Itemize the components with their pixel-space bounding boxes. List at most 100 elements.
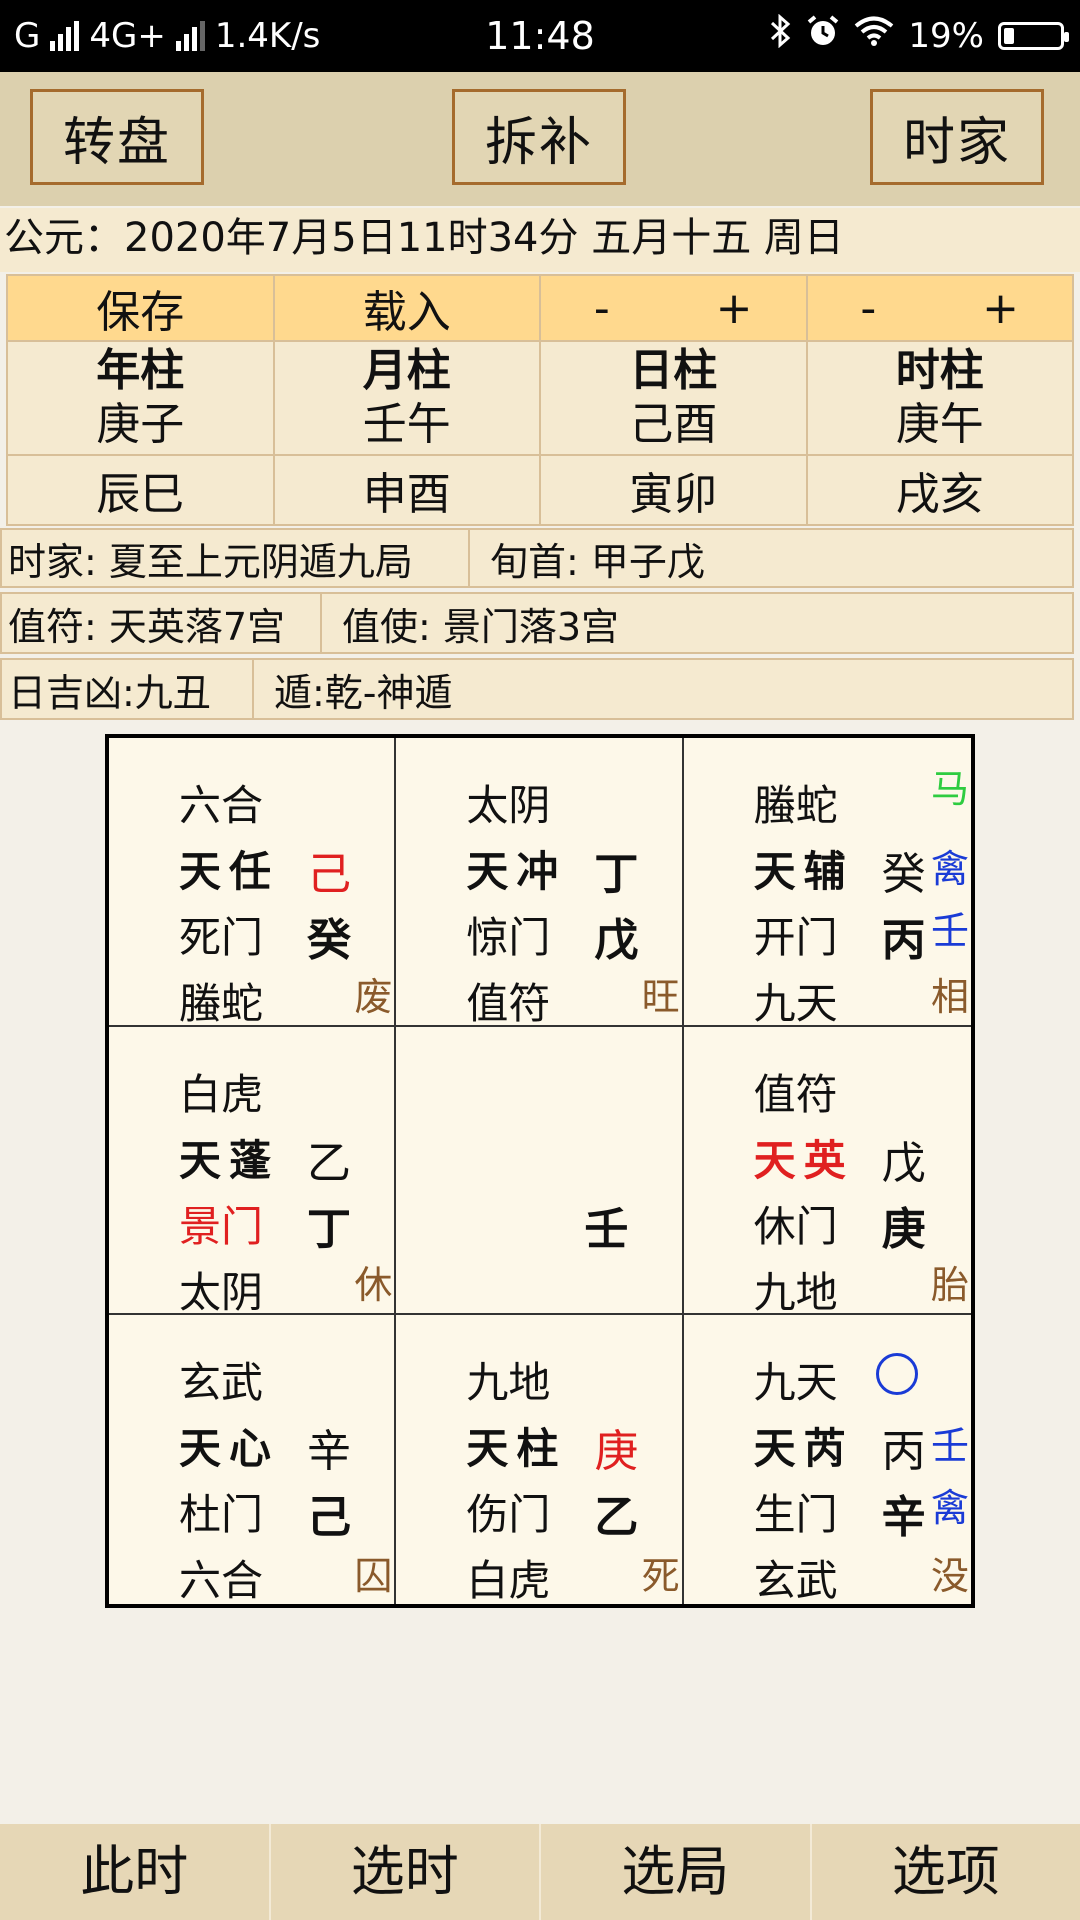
pick-time-button[interactable]: 选时 <box>271 1824 541 1920</box>
zhifu-text: 值符: 天英落7宫 <box>8 604 286 649</box>
ren-marker: 壬 <box>930 909 969 953</box>
divider <box>320 594 328 652</box>
pillar-ganzhi: 庚子 <box>96 399 185 450</box>
kong-month: 申酉 <box>272 454 541 526</box>
center-stem: 壬 <box>584 1203 629 1255</box>
empty-circle-icon <box>875 1353 918 1396</box>
ju-text: 时家: 夏至上元阴遁九局 <box>8 539 413 584</box>
star-label: 天心 <box>179 1424 280 1474</box>
state-label: 死 <box>641 1553 680 1598</box>
door-label: 开门 <box>753 913 838 962</box>
sub-god-label: 六合 <box>179 1556 264 1606</box>
month-pillar: 月柱 壬午 <box>272 340 541 456</box>
palace-5-center[interactable]: 壬 <box>396 1026 684 1316</box>
state-label: 相 <box>930 974 969 1019</box>
door-label: 休门 <box>753 1201 838 1251</box>
door-stem: 乙 <box>594 1492 639 1544</box>
star-label: 天辅 <box>753 847 854 896</box>
battery-icon <box>998 21 1069 50</box>
plus-button[interactable]: + <box>982 283 1019 334</box>
star-label: 天柱 <box>466 1424 567 1474</box>
xunshou-text: 旬首: 甲子戊 <box>490 539 705 584</box>
day-pillar: 日柱 己酉 <box>539 340 808 456</box>
jixiong-text: 日吉凶:九丑 <box>8 670 211 715</box>
minus-button[interactable]: - <box>860 283 876 334</box>
palace-7[interactable]: 值符 天英 戊 休门 庚 九地 胎 <box>683 1027 971 1317</box>
pillar-ganzhi: 壬午 <box>362 399 451 450</box>
pillar-label: 时柱 <box>895 345 984 396</box>
load-button[interactable]: 载入 <box>272 274 541 342</box>
state-label: 旺 <box>641 974 680 1019</box>
door-stem: 辛 <box>881 1492 926 1544</box>
god-label: 玄武 <box>179 1358 264 1408</box>
star-stem: 癸 <box>881 849 926 900</box>
palace-8[interactable]: 玄武 天心 辛 杜门 己 六合 囚 <box>109 1315 397 1605</box>
door-label: 景门 <box>179 1201 264 1251</box>
year-pillar: 年柱 庚子 <box>6 340 275 456</box>
god-label: 六合 <box>179 781 264 830</box>
pick-ju-button[interactable]: 选局 <box>541 1824 812 1920</box>
plus-button[interactable]: + <box>716 283 753 334</box>
sub-god-label: 值符 <box>466 979 551 1028</box>
sub-god-label: 白虎 <box>466 1556 551 1606</box>
chaibu-button[interactable]: 拆补 <box>452 89 626 185</box>
toolbar: 转盘 拆补 时家 <box>0 72 1080 206</box>
state-label: 囚 <box>354 1553 393 1598</box>
star-label: 天任 <box>179 847 280 896</box>
god-label: 九地 <box>466 1358 551 1408</box>
palace-4[interactable]: 六合 天任 己 死门 癸 螣蛇 废 <box>109 738 397 1028</box>
door-label: 死门 <box>179 913 264 962</box>
day-adjust: - + <box>539 274 808 342</box>
pillar-ganzhi: 己酉 <box>629 399 718 450</box>
state-label: 废 <box>354 974 393 1019</box>
god-label: 白虎 <box>179 1069 264 1119</box>
shijia-button[interactable]: 时家 <box>870 89 1044 185</box>
divider <box>468 530 476 586</box>
ren-marker: 壬 <box>930 1424 969 1469</box>
state-label: 没 <box>930 1553 969 1598</box>
god-label: 太阴 <box>466 781 551 830</box>
door-label: 生门 <box>753 1490 838 1540</box>
kong-day: 寅卯 <box>539 454 808 526</box>
battery-percent: 19% <box>908 15 984 56</box>
palace-9[interactable]: 太阴 天冲 丁 惊门 戊 值符 旺 <box>396 738 684 1028</box>
alarm-icon <box>806 14 840 57</box>
save-button[interactable]: 保存 <box>6 274 275 342</box>
god-label: 值符 <box>753 1069 838 1119</box>
kong-hour: 戌亥 <box>805 454 1074 526</box>
options-button[interactable]: 选项 <box>812 1824 1080 1920</box>
rotate-plate-button[interactable]: 转盘 <box>30 89 204 185</box>
pillar-ganzhi: 庚午 <box>895 399 984 450</box>
door-stem: 己 <box>307 1492 351 1544</box>
palace-6[interactable]: 九天 天芮 丙 壬 生门 辛 禽 玄武 没 <box>684 1315 971 1605</box>
hour-adjust: - + <box>805 274 1074 342</box>
state-label: 胎 <box>930 1263 969 1308</box>
star-stem: 戊 <box>881 1137 926 1189</box>
now-button[interactable]: 此时 <box>0 1824 271 1920</box>
kong-year: 辰巳 <box>6 454 275 526</box>
star-stem: 丙 <box>881 1426 926 1478</box>
palace-1[interactable]: 九地 天柱 庚 伤门 乙 白虎 死 <box>396 1315 684 1605</box>
minus-button[interactable]: - <box>594 283 610 334</box>
star-stem: 庚 <box>594 1426 639 1478</box>
palace-2[interactable]: 马 螣蛇 天辅 癸 禽 开门 丙 壬 九天 相 <box>683 738 971 1028</box>
door-stem: 丙 <box>881 915 926 966</box>
star-label: 天冲 <box>466 847 567 896</box>
sub-god-label: 玄武 <box>753 1556 838 1606</box>
door-label: 惊门 <box>466 913 551 962</box>
info-row-ju: 时家: 夏至上元阴遁九局 旬首: 甲子戊 <box>0 528 1074 588</box>
palace-3[interactable]: 白虎 天蓬 乙 景门 丁 太阴 休 <box>109 1026 397 1317</box>
sub-god-label: 螣蛇 <box>179 979 264 1028</box>
qin-marker: 禽 <box>930 847 969 891</box>
star-stem: 乙 <box>307 1137 351 1189</box>
star-label: 天英 <box>753 1135 854 1185</box>
wifi-icon <box>854 15 894 56</box>
door-stem: 庚 <box>881 1203 926 1255</box>
star-label: 天蓬 <box>179 1135 280 1185</box>
bottom-nav: 此时 选时 选局 选项 <box>0 1824 1080 1920</box>
zhishi-text: 值使: 景门落3宫 <box>342 604 620 649</box>
info-row-zhifu: 值符: 天英落7宫 值使: 景门落3宫 <box>0 592 1074 654</box>
sub-god-label: 九天 <box>753 979 838 1028</box>
door-label: 杜门 <box>179 1490 264 1540</box>
star-label: 天芮 <box>753 1424 854 1474</box>
